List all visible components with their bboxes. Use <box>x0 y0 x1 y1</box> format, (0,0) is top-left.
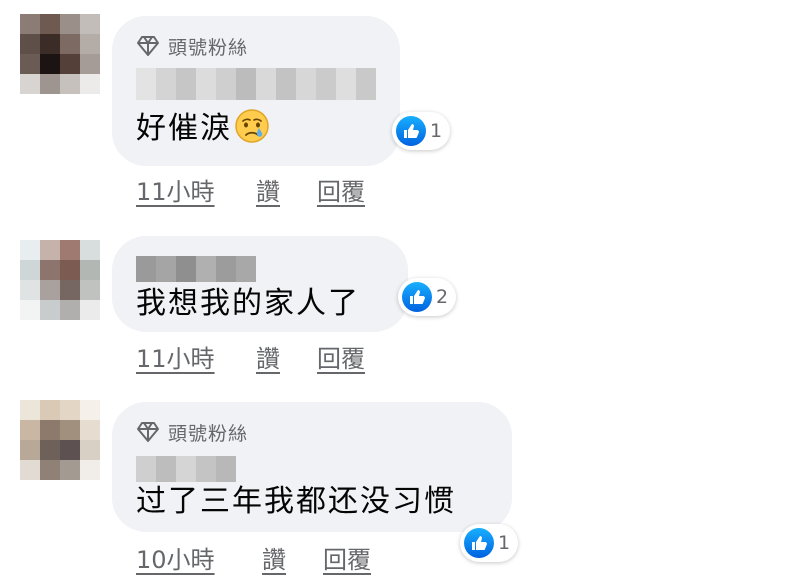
diamond-icon <box>136 35 160 57</box>
avatar[interactable] <box>20 400 100 480</box>
comment-text: 我想我的家人了 <box>136 286 360 321</box>
comment-text-content: 好催淚 <box>136 111 232 146</box>
comment-text: 过了三年我都还没习惯 <box>136 484 456 519</box>
comment-actions: 10小時 讚 回覆 <box>0 540 800 574</box>
author-name[interactable] <box>136 68 376 100</box>
badge-label: 頭號粉絲 <box>168 36 249 59</box>
like-button[interactable]: 讚 <box>256 339 280 374</box>
thumbs-up-icon <box>402 282 432 312</box>
reply-button[interactable]: 回覆 <box>317 172 365 207</box>
timestamp-link[interactable]: 11小時 <box>136 339 215 374</box>
comment-bubble: 我想我的家人了 <box>112 236 408 332</box>
comment-bubble: 頭號粉絲 过了三年我都还没习惯 <box>112 402 512 532</box>
timestamp-link[interactable]: 10小時 <box>136 540 215 575</box>
reply-button[interactable]: 回覆 <box>323 540 371 575</box>
author-name[interactable] <box>136 256 256 282</box>
like-button[interactable]: 讚 <box>256 172 280 207</box>
like-button[interactable]: 讚 <box>262 540 286 575</box>
comment-actions: 11小時 讚 回覆 <box>0 172 800 206</box>
comment-bubble: 頭號粉絲 好催淚 <box>112 16 400 166</box>
crying-face-emoji <box>234 108 270 155</box>
author-name[interactable] <box>136 456 236 482</box>
reaction-count[interactable]: 2 <box>398 278 457 316</box>
badge-label: 頭號粉絲 <box>168 422 249 445</box>
thumbs-up-icon <box>396 116 426 146</box>
reaction-number: 1 <box>430 120 443 142</box>
timestamp-link[interactable]: 11小時 <box>136 172 215 207</box>
diamond-icon <box>136 421 160 443</box>
comment-text: 好催淚 <box>136 108 270 155</box>
avatar[interactable] <box>20 240 100 320</box>
top-fan-badge[interactable]: 頭號粉絲 <box>136 420 249 445</box>
reaction-count[interactable]: 1 <box>392 112 451 150</box>
comment-actions: 11小時 讚 回覆 <box>0 339 800 373</box>
reaction-number: 2 <box>436 286 449 308</box>
reply-button[interactable]: 回覆 <box>317 339 365 374</box>
top-fan-badge[interactable]: 頭號粉絲 <box>136 34 249 59</box>
avatar[interactable] <box>20 14 100 94</box>
